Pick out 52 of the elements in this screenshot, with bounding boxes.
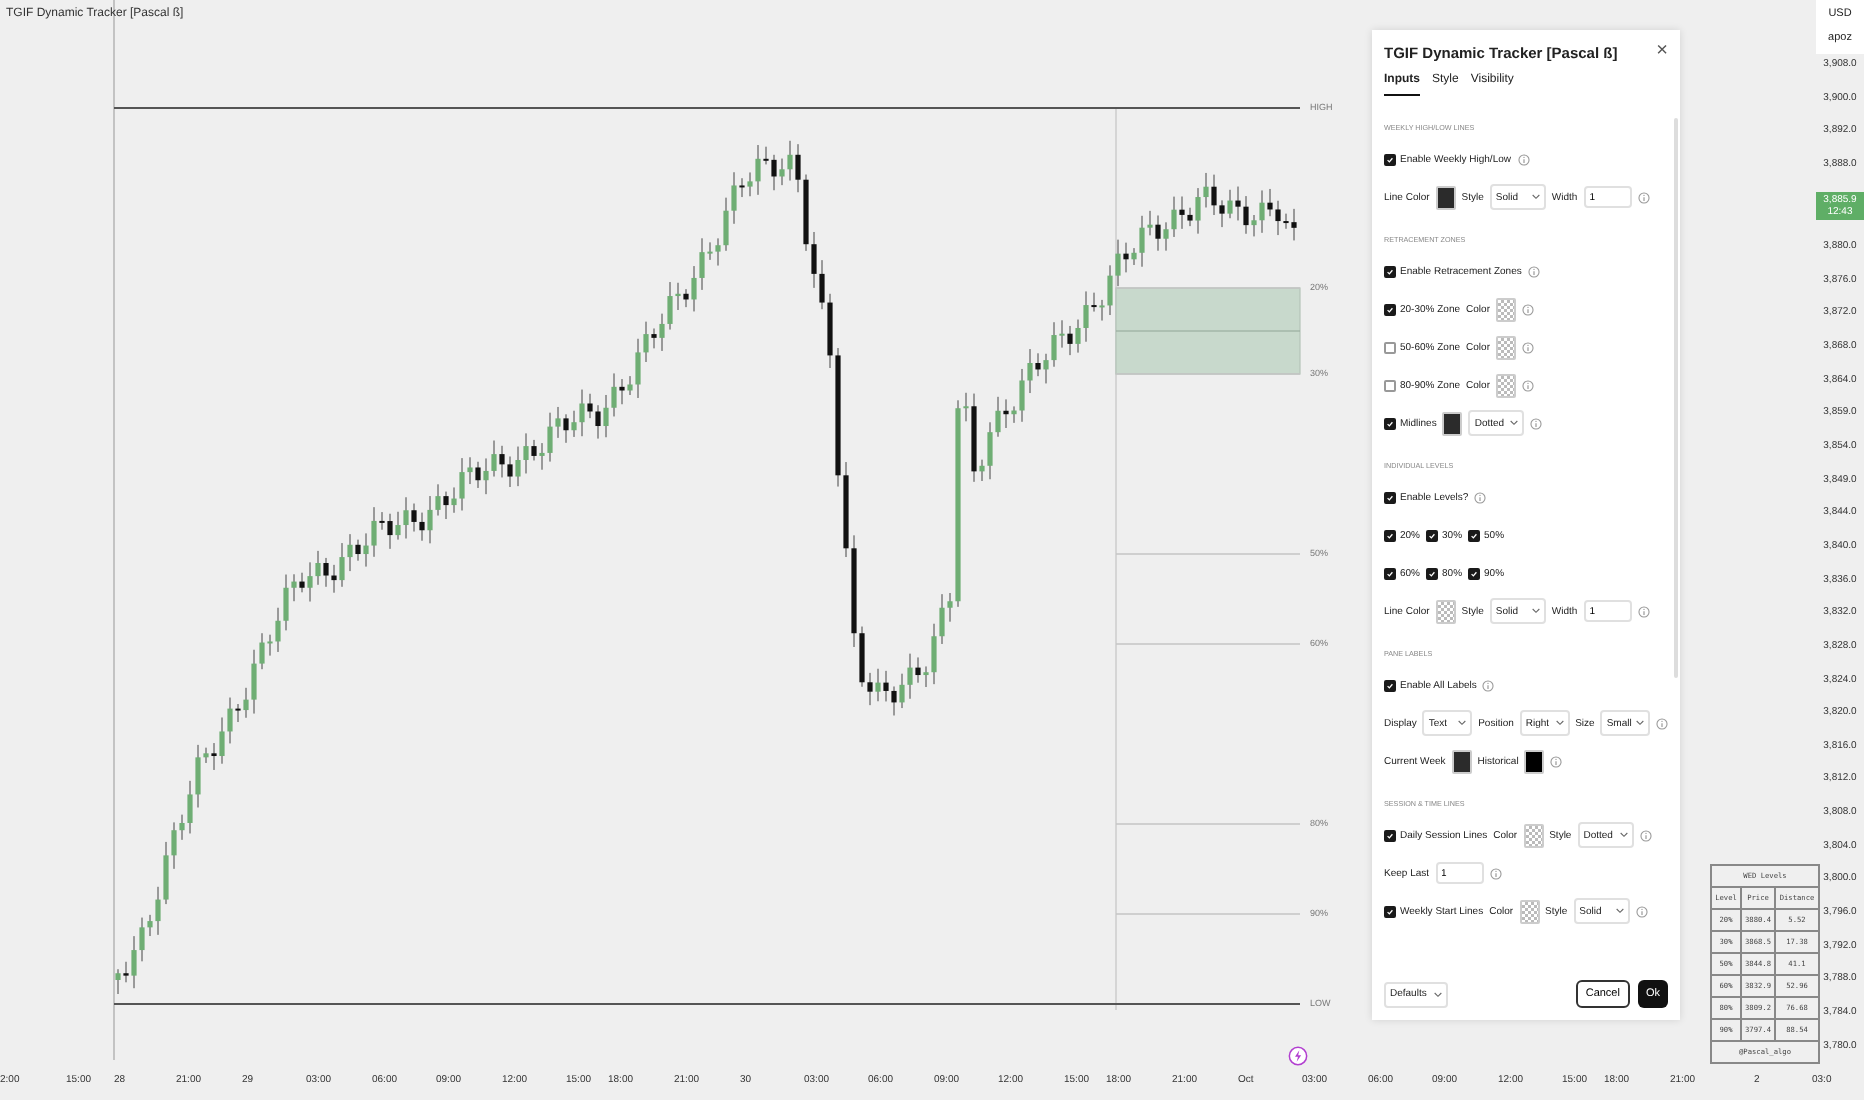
color-swatch[interactable] (1435, 599, 1456, 623)
caret-icon (1555, 720, 1564, 726)
color-swatch[interactable] (1435, 185, 1456, 209)
caret-icon (1619, 832, 1628, 838)
checkbox[interactable] (1384, 379, 1396, 391)
info-icon[interactable] (1656, 717, 1668, 729)
caret-icon (1434, 991, 1442, 997)
info-icon[interactable] (1637, 191, 1650, 203)
caret-icon (1458, 720, 1467, 726)
color-swatch[interactable] (1451, 749, 1472, 773)
info-icon[interactable] (1521, 379, 1534, 391)
checkbox[interactable] (1384, 905, 1396, 917)
checkbox[interactable] (1384, 341, 1396, 353)
info-icon[interactable] (1489, 867, 1502, 879)
lightning-icon[interactable] (1288, 1046, 1308, 1066)
info-icon[interactable] (1474, 491, 1487, 503)
checkbox[interactable] (1468, 529, 1481, 541)
checkbox[interactable] (1384, 491, 1396, 503)
caret-icon (1531, 194, 1540, 200)
info-icon[interactable] (1517, 153, 1529, 165)
color-swatch[interactable] (1442, 411, 1463, 435)
checkbox[interactable] (1426, 529, 1439, 541)
checkbox[interactable] (1384, 529, 1396, 541)
color-swatch[interactable] (1519, 899, 1540, 923)
color-swatch[interactable] (1523, 823, 1544, 847)
color-swatch[interactable] (1524, 749, 1545, 773)
checkbox[interactable] (1384, 567, 1396, 579)
color-swatch[interactable] (1495, 335, 1516, 359)
checkbox[interactable] (1384, 265, 1396, 277)
info-icon[interactable] (1530, 417, 1543, 429)
checkbox[interactable] (1384, 417, 1396, 429)
checkbox[interactable] (1426, 567, 1439, 579)
info-icon[interactable] (1635, 905, 1648, 917)
caret-icon (1615, 908, 1624, 914)
info-icon[interactable] (1639, 829, 1652, 841)
info-icon[interactable] (1550, 755, 1563, 767)
color-swatch[interactable] (1495, 373, 1516, 397)
checkbox[interactable] (1384, 153, 1396, 165)
close-button[interactable]: × (1656, 42, 1668, 62)
info-icon[interactable] (1521, 341, 1534, 353)
color-swatch[interactable] (1495, 297, 1516, 321)
caret-icon (1531, 608, 1540, 614)
caret-icon (1636, 720, 1644, 726)
checkbox[interactable] (1384, 679, 1396, 691)
caret-icon (1510, 420, 1519, 426)
info-icon[interactable] (1521, 303, 1534, 315)
info-icon[interactable] (1637, 605, 1650, 617)
checkbox[interactable] (1384, 829, 1396, 841)
info-icon[interactable] (1482, 679, 1495, 691)
checkbox[interactable] (1384, 303, 1396, 315)
info-icon[interactable] (1527, 265, 1540, 277)
checkbox[interactable] (1468, 567, 1481, 579)
